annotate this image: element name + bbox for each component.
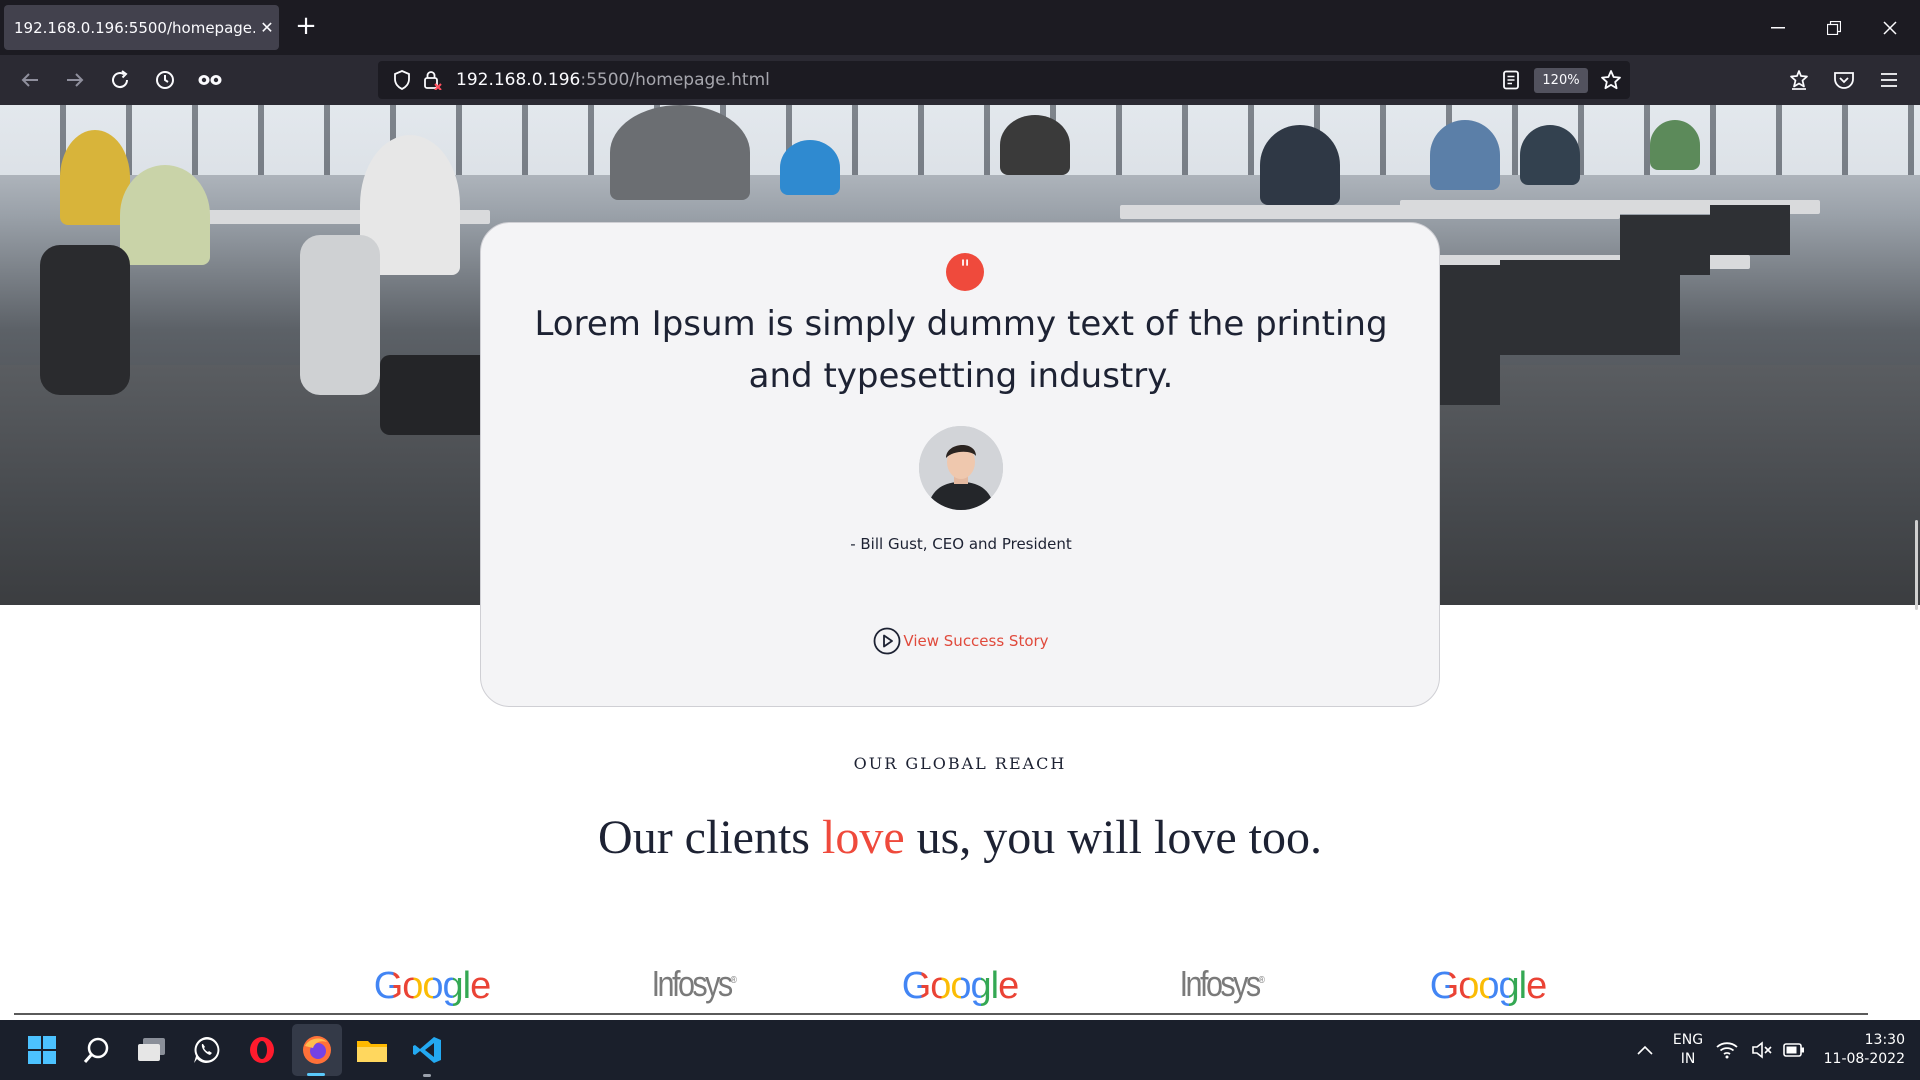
section-eyebrow: OUR GLOBAL REACH xyxy=(853,754,1067,773)
reader-view-icon[interactable] xyxy=(1496,65,1526,95)
registered-mark: ® xyxy=(1258,975,1266,986)
chevron-up-icon[interactable] xyxy=(1625,1030,1665,1070)
back-arrow-icon[interactable] xyxy=(15,65,45,95)
url-path: :5500/homepage.html xyxy=(580,70,770,90)
play-icon[interactable] xyxy=(873,627,901,655)
lock-warning-icon[interactable] xyxy=(417,65,447,95)
whatsapp-icon[interactable] xyxy=(187,1030,227,1070)
windows-taskbar: ENG IN 13:30 11-08-2022 xyxy=(0,1020,1920,1080)
clients-headline: Our clients love us, you will love too. xyxy=(0,810,1920,865)
search-icon[interactable] xyxy=(77,1030,117,1070)
lang-top: ENG xyxy=(1672,1032,1704,1048)
battery-icon[interactable] xyxy=(1779,1030,1809,1070)
url-text: 192.168.0.196:5500/homepage.html xyxy=(456,70,770,90)
client-logo-google: Google xyxy=(890,963,1030,1008)
avatar xyxy=(919,426,1003,510)
infosys-logo-text: Infosys xyxy=(651,963,734,1004)
tab-title: 192.168.0.196:5500/homepage.html xyxy=(14,18,255,37)
extensions-icon[interactable] xyxy=(1784,65,1814,95)
forward-arrow-icon[interactable] xyxy=(60,65,90,95)
page-scrollbar[interactable] xyxy=(1915,520,1918,610)
client-logo-infosys: Infosys® xyxy=(634,963,753,1005)
zoom-level-button[interactable]: 120% xyxy=(1534,68,1588,93)
google-logo-text: Google xyxy=(901,965,1020,1007)
clock-date: 11-08-2022 xyxy=(1823,1051,1905,1067)
minimize-button[interactable] xyxy=(1750,0,1806,55)
wifi-icon[interactable] xyxy=(1712,1030,1742,1070)
vscode-icon[interactable] xyxy=(407,1030,447,1070)
view-success-story-label[interactable]: View Success Story xyxy=(903,632,1048,650)
testimonial-card: " Lorem Ipsum is simply dummy text of th… xyxy=(480,222,1440,707)
task-view-icon[interactable] xyxy=(132,1030,172,1070)
active-app-indicator xyxy=(307,1073,325,1076)
restore-button[interactable] xyxy=(1806,0,1862,55)
client-logos-row: Google Infosys® Google Infosys® Google xyxy=(0,963,1920,1013)
mute-icon[interactable] xyxy=(1747,1030,1777,1070)
app-running-indicator xyxy=(423,1074,431,1077)
input-language[interactable]: ENG IN xyxy=(1668,1031,1708,1069)
close-window-button[interactable] xyxy=(1862,0,1918,55)
registered-mark: ® xyxy=(730,975,738,986)
clock-time: 13:30 xyxy=(1864,1032,1905,1048)
opera-icon[interactable] xyxy=(242,1030,282,1070)
url-host: 192.168.0.196 xyxy=(456,70,581,90)
headline-accent: love xyxy=(821,811,905,864)
testimonial-author: - Bill Gust, CEO and President xyxy=(850,535,1072,553)
firefox-icon[interactable] xyxy=(297,1030,337,1070)
view-success-story-link[interactable]: View Success Story xyxy=(481,627,1441,655)
file-explorer-icon[interactable] xyxy=(352,1030,392,1070)
page-viewport: " Lorem Ipsum is simply dummy text of th… xyxy=(0,105,1920,1020)
quote-icon: " xyxy=(946,253,984,291)
new-tab-button[interactable]: + xyxy=(292,12,320,40)
client-logo-google: Google xyxy=(362,963,502,1008)
menu-icon[interactable] xyxy=(1874,65,1904,95)
pocket-icon[interactable] xyxy=(1829,65,1859,95)
history-icon[interactable] xyxy=(150,65,180,95)
headline-part-1: Our clients xyxy=(598,811,822,864)
address-bar[interactable]: 192.168.0.196:5500/homepage.html 120% xyxy=(378,61,1630,99)
private-mask-icon[interactable] xyxy=(195,65,225,95)
tab-close-icon[interactable]: ✕ xyxy=(255,18,279,37)
browser-nav-bar: 192.168.0.196:5500/homepage.html 120% xyxy=(0,55,1920,105)
shield-icon[interactable] xyxy=(387,65,417,95)
testimonial-quote: Lorem Ipsum is simply dummy text of the … xyxy=(534,304,1388,396)
logos-divider xyxy=(14,1013,1868,1015)
headline-part-2: us, you will love too. xyxy=(904,811,1322,864)
windows-start-icon[interactable] xyxy=(22,1030,62,1070)
infosys-logo-text: Infosys xyxy=(1179,963,1262,1004)
lang-bottom: IN xyxy=(1680,1051,1696,1067)
reload-icon[interactable] xyxy=(105,65,135,95)
google-logo-text: Google xyxy=(373,965,492,1007)
client-logo-google: Google xyxy=(1418,963,1558,1008)
clock[interactable]: 13:30 11-08-2022 xyxy=(1815,1031,1905,1069)
star-icon[interactable] xyxy=(1596,65,1626,95)
tab-homepage[interactable]: 192.168.0.196:5500/homepage.html ✕ xyxy=(4,5,279,50)
google-logo-text: Google xyxy=(1429,965,1548,1007)
client-logo-infosys: Infosys® xyxy=(1162,963,1281,1005)
browser-tab-bar: 192.168.0.196:5500/homepage.html ✕ + xyxy=(0,0,1920,55)
